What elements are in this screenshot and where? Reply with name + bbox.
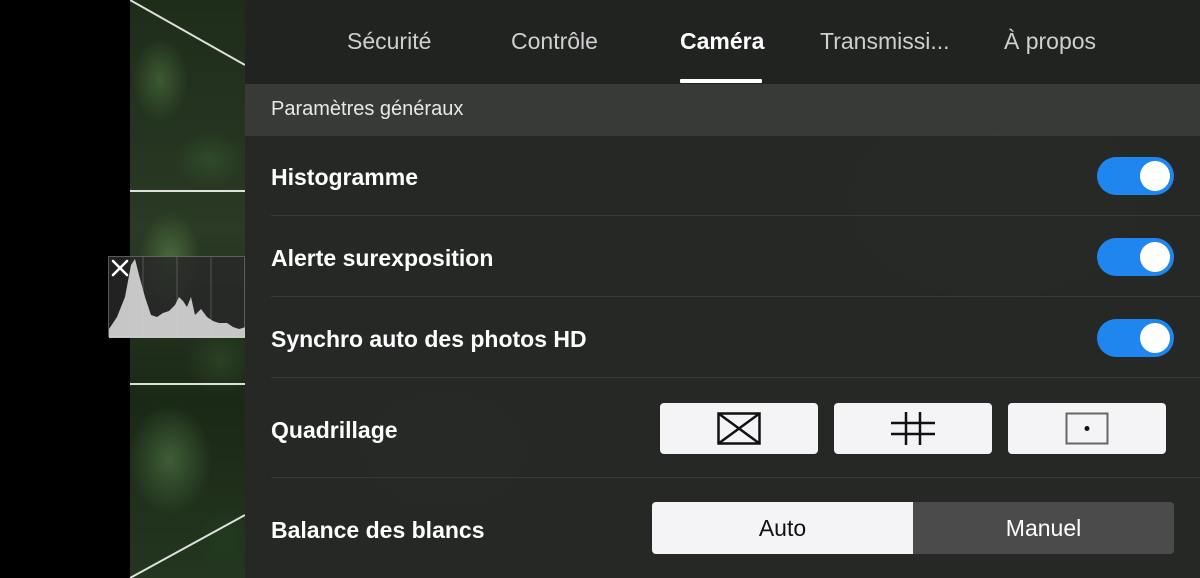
tab-transmission[interactable]: Transmissi... [820, 28, 950, 55]
white-balance-selector: Auto Manuel [652, 502, 1174, 554]
grid-center-dot-button[interactable] [1008, 403, 1166, 454]
tab-camera[interactable]: Caméra [680, 28, 764, 55]
toggle-knob [1140, 242, 1170, 272]
white-balance-label: Balance des blancs [271, 517, 485, 543]
active-tab-indicator [680, 79, 762, 83]
grid-3x3-icon [891, 412, 935, 445]
grid-line [130, 383, 245, 385]
hd-sync-label: Synchro auto des photos HD [271, 326, 587, 352]
histogram-toggle[interactable] [1097, 157, 1174, 195]
section-title: Paramètres généraux [271, 98, 464, 120]
tab-control[interactable]: Contrôle [511, 28, 598, 55]
white-balance-auto-option[interactable]: Auto [652, 502, 913, 554]
section-header: Paramètres généraux [245, 84, 1200, 136]
toggle-knob [1140, 323, 1170, 353]
overexposure-label: Alerte surexposition [271, 245, 494, 271]
setting-row-histogram: Histogramme [245, 136, 1200, 216]
histogram-label: Histogramme [271, 164, 418, 190]
grid-label: Quadrillage [271, 417, 398, 443]
toggle-knob [1140, 161, 1170, 191]
setting-row-overexposure: Alerte surexposition [245, 216, 1200, 297]
grid-diagonal-button[interactable] [660, 403, 818, 454]
hd-sync-toggle[interactable] [1097, 319, 1174, 357]
grid-diagonal-icon [717, 412, 761, 445]
tab-about[interactable]: À propos [1004, 28, 1096, 55]
histogram-widget[interactable] [108, 256, 246, 338]
close-icon[interactable] [109, 257, 131, 279]
grid-center-dot-icon [1065, 412, 1109, 445]
setting-row-hd-sync: Synchro auto des photos HD [245, 297, 1200, 378]
tab-bar: Sécurité Contrôle Caméra Transmissi... À… [245, 0, 1200, 84]
settings-panel: Sécurité Contrôle Caméra Transmissi... À… [245, 0, 1200, 578]
white-balance-manual-option[interactable]: Manuel [913, 502, 1174, 554]
grid-3x3-button[interactable] [834, 403, 992, 454]
tab-security[interactable]: Sécurité [347, 28, 431, 55]
grid-line [130, 190, 245, 192]
overexposure-toggle[interactable] [1097, 238, 1174, 276]
